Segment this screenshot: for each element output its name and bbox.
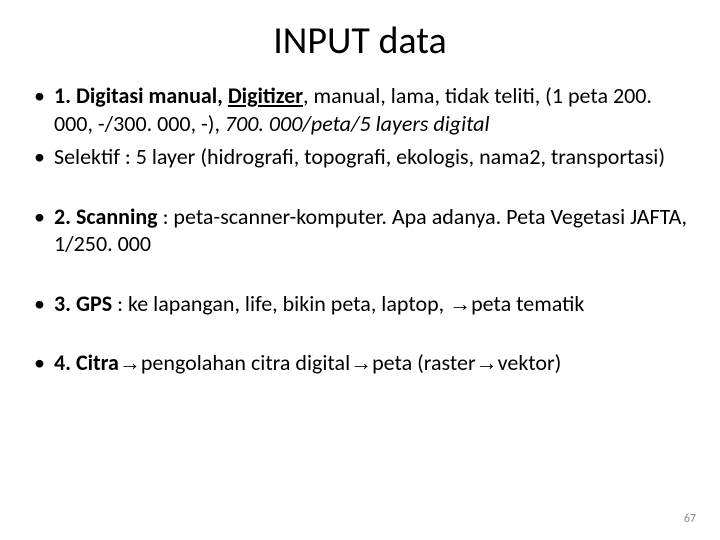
item-4-lead: 4. Citra — [54, 349, 119, 376]
list-item: 1. Digitasi manual, Digitizer, manual, l… — [34, 82, 690, 137]
item-3-rest-a: : ke lapangan, life, bikin peta, laptop, — [112, 290, 449, 317]
bullet-list: 3. GPS : ke lapangan, life, bikin peta, … — [34, 290, 690, 318]
slide-title: INPUT data — [30, 18, 690, 64]
page-number: 67 — [684, 512, 696, 526]
list-item: 2. Scanning : peta-scanner-komputer. Apa… — [34, 203, 690, 258]
arrow-icon: → — [119, 350, 141, 375]
item-1-underline: Digitizer — [228, 82, 303, 109]
bullet-list: 4. Citra→pengolahan citra digital→peta (… — [34, 349, 690, 377]
item-2-lead: 2. Scanning — [54, 203, 158, 230]
list-item: Selektif : 5 layer (hidrografi, topograf… — [34, 143, 690, 171]
arrow-icon: → — [449, 291, 471, 316]
item-4-rest-b: peta (raster — [372, 349, 476, 376]
item-1-lead: 1. Digitasi manual, — [54, 82, 228, 109]
bullet-list: 1. Digitasi manual, Digitizer, manual, l… — [34, 82, 690, 171]
item-4-rest-c: vektor) — [498, 349, 562, 376]
arrow-icon: → — [350, 350, 372, 375]
list-item: 4. Citra→pengolahan citra digital→peta (… — [34, 349, 690, 377]
item-1-italic: 700. 000/peta/5 layers digital — [225, 110, 490, 137]
item-3-rest-b: peta tematik — [471, 290, 584, 317]
item-3-lead: 3. GPS — [54, 290, 112, 317]
item-1b-text: Selektif : 5 layer (hidrografi, topograf… — [54, 143, 665, 170]
slide: INPUT data 1. Digitasi manual, Digitizer… — [0, 0, 720, 540]
arrow-icon: → — [476, 350, 498, 375]
item-4-rest-a: pengolahan citra digital — [141, 349, 350, 376]
list-item: 3. GPS : ke lapangan, life, bikin peta, … — [34, 290, 690, 318]
bullet-list: 2. Scanning : peta-scanner-komputer. Apa… — [34, 203, 690, 258]
